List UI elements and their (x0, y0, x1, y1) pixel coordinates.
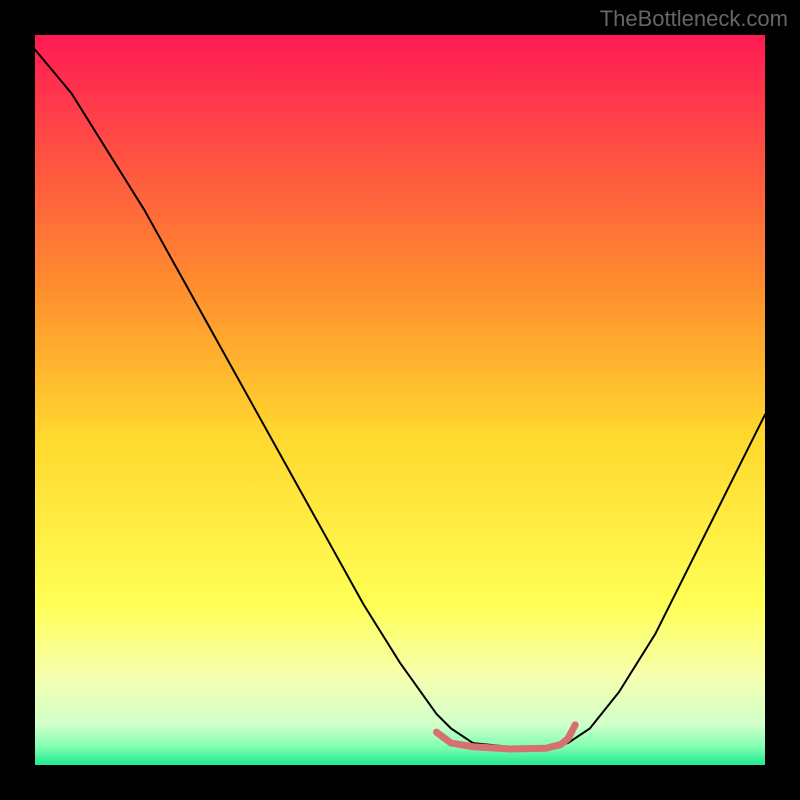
watermark-text: TheBottleneck.com (600, 6, 788, 32)
chart-plot-area (35, 35, 765, 765)
chart-background (35, 35, 765, 765)
chart-svg (35, 35, 765, 765)
chart-container: TheBottleneck.com (0, 0, 800, 800)
